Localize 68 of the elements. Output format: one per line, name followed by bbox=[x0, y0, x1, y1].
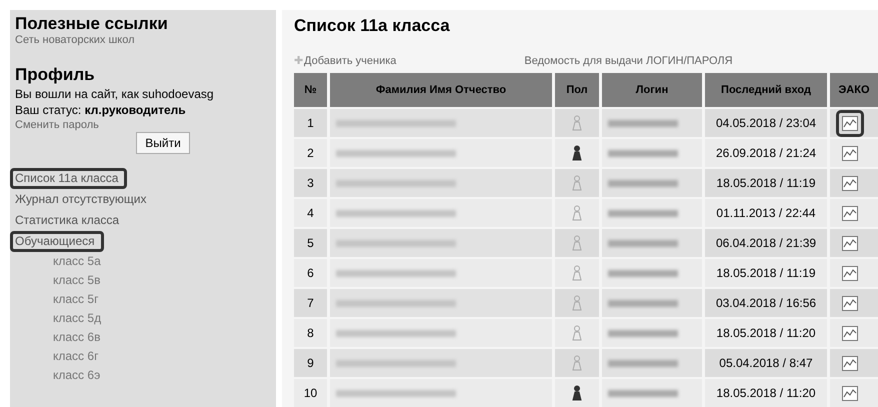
blurred-login bbox=[608, 150, 678, 156]
chart-icon[interactable] bbox=[842, 146, 858, 160]
submenu-item[interactable]: класс 5а bbox=[15, 252, 272, 271]
logout-button[interactable]: Выйти bbox=[136, 132, 190, 154]
submenu-item[interactable]: класс 6э bbox=[15, 366, 272, 385]
plus-icon: ✚ bbox=[294, 53, 303, 70]
section-title: Профиль bbox=[15, 65, 96, 85]
login-text: Вы вошли на сайт, как suhodoevasg bbox=[15, 87, 215, 102]
table-cell: 9 bbox=[294, 349, 327, 377]
column-header: Последний вход bbox=[705, 73, 827, 107]
table-cell: 03.04.2018 / 16:56 bbox=[705, 289, 827, 317]
chart-icon[interactable] bbox=[842, 176, 858, 190]
table-cell: 26.09.2018 / 21:24 bbox=[705, 139, 827, 167]
blurred-login bbox=[608, 210, 678, 216]
table-cell: 6 bbox=[294, 259, 327, 287]
blurred-login bbox=[608, 180, 678, 186]
chart-icon[interactable] bbox=[842, 386, 858, 400]
column-header: Логин bbox=[602, 73, 702, 107]
blurred-login bbox=[608, 330, 678, 336]
chart-icon[interactable] bbox=[842, 356, 858, 370]
table-cell: 2 bbox=[294, 139, 327, 167]
change-password-link[interactable]: Сменить пароль bbox=[15, 118, 272, 132]
table-cell: 10 bbox=[294, 379, 327, 407]
submenu-item[interactable]: класс 6в bbox=[15, 328, 272, 347]
menu-item[interactable]: Журнал отсутствующих bbox=[10, 189, 150, 210]
chart-icon[interactable] bbox=[842, 326, 858, 340]
section-title: Полезные ссылки bbox=[15, 14, 169, 34]
table-cell: 18.05.2018 / 11:19 bbox=[705, 169, 827, 197]
menu-item[interactable]: Статистика класса bbox=[10, 210, 122, 231]
blurred-login bbox=[608, 390, 678, 396]
chart-icon[interactable] bbox=[842, 296, 858, 310]
blurred-login bbox=[608, 270, 678, 276]
chart-icon[interactable] bbox=[842, 206, 858, 220]
blurred-login bbox=[608, 300, 678, 306]
menu-item[interactable]: Обучающиеся bbox=[10, 231, 104, 252]
table-cell: 04.05.2018 / 23:04 bbox=[705, 109, 827, 137]
chart-icon[interactable] bbox=[842, 116, 858, 130]
status-text: Ваш статус: кл.руководитель bbox=[15, 102, 187, 118]
blurred-login bbox=[608, 360, 678, 366]
submenu-item[interactable]: класс 5г bbox=[15, 290, 272, 309]
table-cell: 1 bbox=[294, 109, 327, 137]
table-cell: 01.11.2013 / 22:44 bbox=[705, 199, 827, 227]
column-header: № bbox=[294, 73, 327, 107]
add-student-link[interactable]: Добавить ученика bbox=[304, 53, 396, 70]
blurred-login bbox=[608, 240, 678, 246]
chart-icon[interactable] bbox=[842, 236, 858, 250]
table-cell: 3 bbox=[294, 169, 327, 197]
login-sheet-link[interactable]: Ведомость для выдачи ЛОГИН/ПАРОЛЯ bbox=[524, 53, 733, 70]
table-cell: 18.05.2018 / 11:20 bbox=[705, 379, 827, 407]
table-cell: 5 bbox=[294, 229, 327, 257]
column-header: Пол bbox=[555, 73, 599, 107]
table-cell: 8 bbox=[294, 319, 327, 347]
submenu-item[interactable]: класс 5д bbox=[15, 309, 272, 328]
column-header: ЭАКО bbox=[830, 73, 878, 107]
table-cell: 18.05.2018 / 11:20 bbox=[705, 319, 827, 347]
menu-item[interactable]: Список 11а класса bbox=[10, 168, 128, 189]
table-cell: 06.04.2018 / 21:39 bbox=[705, 229, 827, 257]
submenu-item[interactable]: класс 6г bbox=[15, 347, 272, 366]
blurred-login bbox=[608, 120, 678, 126]
submenu-item[interactable]: класс 5в bbox=[15, 271, 272, 290]
table-cell: 18.05.2018 / 11:19 bbox=[705, 259, 827, 287]
column-header: Фамилия Имя Отчество bbox=[330, 73, 552, 107]
table-cell: 4 bbox=[294, 199, 327, 227]
page-title: Список 11а класса bbox=[294, 15, 451, 37]
chart-icon[interactable] bbox=[842, 266, 858, 280]
table-cell: 05.04.2018 / 8:47 bbox=[705, 349, 827, 377]
table-cell: 7 bbox=[294, 289, 327, 317]
link[interactable]: Сеть новаторских школ bbox=[15, 34, 272, 47]
